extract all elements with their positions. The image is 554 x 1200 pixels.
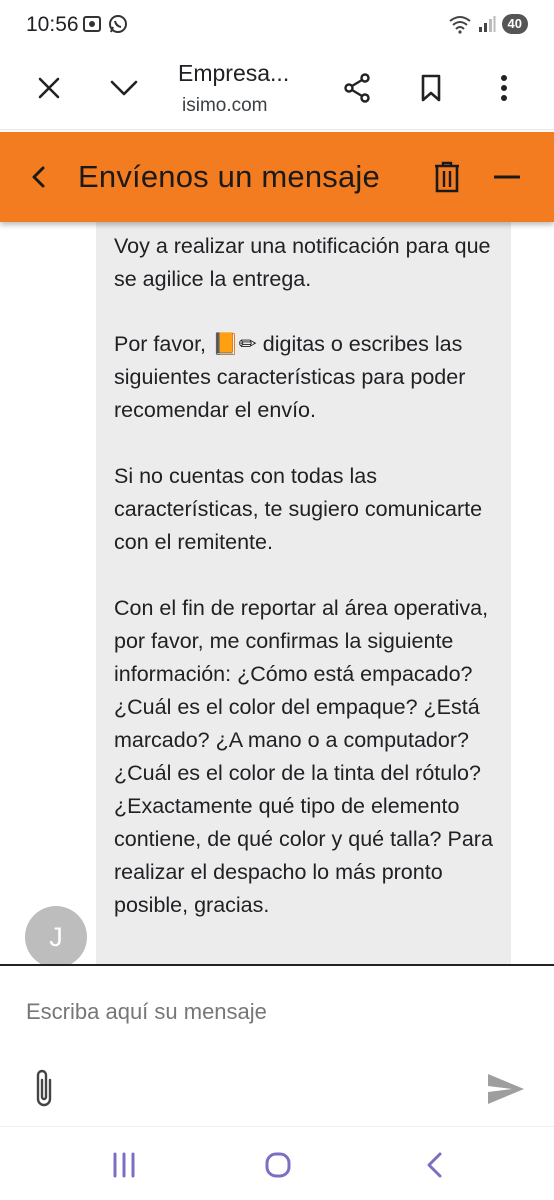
signal-icon	[478, 16, 496, 32]
close-tab-button[interactable]	[25, 64, 73, 112]
message-composer	[0, 964, 554, 1126]
delete-chat-button[interactable]	[423, 153, 471, 201]
browser-toolbar: Empresa... isimo.com	[0, 52, 554, 130]
status-icons-left	[82, 14, 128, 34]
message-list[interactable]: Voy a realizar una notificación para que…	[0, 222, 554, 964]
home-button[interactable]	[258, 1147, 298, 1183]
attach-button[interactable]	[26, 1066, 62, 1110]
trash-icon	[435, 161, 459, 193]
message-input[interactable]	[26, 994, 526, 1030]
system-nav-bar	[0, 1126, 554, 1200]
recent-apps-button[interactable]	[104, 1147, 144, 1183]
system-back-button[interactable]	[414, 1147, 454, 1183]
chat-header: Envíenos un mensaje	[0, 132, 554, 222]
wifi-icon	[448, 16, 471, 34]
chevron-left-icon	[32, 166, 45, 188]
send-button[interactable]	[486, 1072, 526, 1108]
back-button[interactable]	[14, 153, 62, 201]
status-time: 10:56	[26, 13, 79, 36]
status-icons-right: 40	[448, 14, 528, 34]
more-vert-icon	[501, 75, 507, 101]
whatsapp-icon	[109, 15, 127, 33]
more-options-button[interactable]	[480, 64, 528, 112]
page-url[interactable]: isimo.com	[182, 95, 268, 117]
minimize-chat-button[interactable]	[483, 153, 531, 201]
bookmark-button[interactable]	[407, 64, 455, 112]
send-icon	[488, 1074, 524, 1104]
message-text: Si no cuentas con todas las característi…	[114, 464, 483, 554]
message-text: Con el fin de reportar al área operativa…	[114, 596, 493, 917]
agent-avatar: J	[25, 906, 87, 964]
share-button[interactable]	[333, 64, 381, 112]
battery-badge: 40	[501, 14, 528, 34]
bookmark-icon	[421, 74, 441, 102]
minimize-icon	[494, 175, 520, 179]
message-text: Voy a realizar una notificación para que…	[114, 234, 491, 291]
expand-button[interactable]	[100, 64, 148, 112]
paperclip-icon	[36, 1069, 52, 1107]
status-bar: 10:56 40	[0, 0, 554, 52]
share-icon	[344, 73, 370, 103]
screenshot-icon	[83, 16, 101, 32]
back-icon	[427, 1152, 442, 1178]
close-icon	[38, 77, 60, 99]
message-text: Por favor, 📙✏ digitas o escribes las sig…	[114, 332, 466, 422]
home-icon	[265, 1152, 291, 1178]
page-title: Empresa...	[178, 60, 290, 86]
chat-title: Envíenos un mensaje	[78, 159, 380, 194]
recent-apps-icon	[113, 1152, 135, 1178]
chevron-down-icon	[110, 80, 138, 96]
